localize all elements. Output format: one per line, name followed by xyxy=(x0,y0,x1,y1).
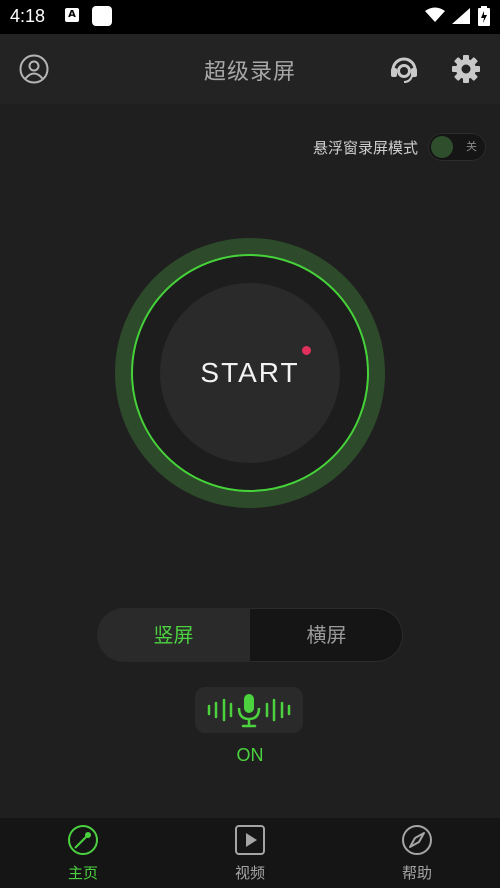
microphone-icon xyxy=(207,694,291,728)
compass-icon xyxy=(402,825,432,855)
signal-icon xyxy=(452,8,470,24)
start-label: START xyxy=(200,357,300,388)
status-bar: 4:18 A xyxy=(0,0,500,34)
toggle-knob xyxy=(431,136,453,158)
page-title: 超级录屏 xyxy=(203,60,296,85)
status-time: 4:18 xyxy=(10,6,46,26)
nav-label-home: 主页 xyxy=(67,864,98,882)
wifi-icon xyxy=(425,7,445,22)
bottom-navigation: 主页 视频 帮助 xyxy=(0,818,500,888)
home-radar-icon xyxy=(68,825,98,855)
toggle-state-text: 关 xyxy=(466,140,477,153)
orientation-switch: 竖屏 横屏 xyxy=(97,608,403,662)
nav-label-video: 视频 xyxy=(234,864,265,882)
floating-mode-toggle[interactable]: 关 xyxy=(428,133,486,161)
nav-item-help[interactable]: 帮助 xyxy=(357,824,477,884)
start-record-button[interactable]: START xyxy=(115,238,385,508)
app-notification-icon xyxy=(92,6,112,26)
nav-item-home[interactable]: 主页 xyxy=(23,824,143,884)
microphone-state: ON xyxy=(236,745,264,765)
floating-mode-label: 悬浮窗录屏模式 xyxy=(312,138,418,157)
battery-icon xyxy=(478,6,490,26)
video-play-icon xyxy=(235,825,265,855)
a-notification-icon: A xyxy=(65,8,79,22)
record-dot-icon xyxy=(302,346,311,355)
app-header: 超级录屏 xyxy=(0,34,500,104)
microphone-button[interactable] xyxy=(195,687,303,733)
floating-mode-row: 悬浮窗录屏模式 关 xyxy=(313,132,486,162)
nav-label-help: 帮助 xyxy=(401,864,432,882)
gear-icon[interactable] xyxy=(450,53,482,85)
nav-item-video[interactable]: 视频 xyxy=(190,824,310,884)
portrait-option[interactable]: 竖屏 xyxy=(97,608,250,662)
customer-service-icon[interactable] xyxy=(388,53,420,85)
landscape-option[interactable]: 横屏 xyxy=(250,608,403,662)
main-content: 悬浮窗录屏模式 关 START 竖屏 横屏 ON xyxy=(0,104,500,818)
